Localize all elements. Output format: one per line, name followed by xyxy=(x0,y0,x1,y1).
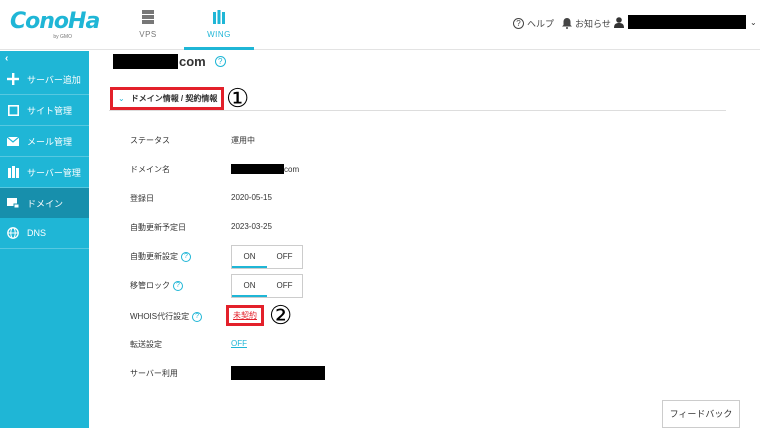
sidebar-divider xyxy=(0,248,89,249)
section-header: ⌄ ドメイン情報 / 契約情報 xyxy=(109,87,726,111)
sidebar-item-mail[interactable]: メール管理 xyxy=(0,126,89,156)
sidebar-item-dns[interactable]: DNS xyxy=(0,218,89,248)
user-name-redacted xyxy=(628,15,746,29)
chevron-down-icon: ⌄ xyxy=(750,17,757,27)
tab-wing-label: WING xyxy=(207,30,231,39)
sidebar-item-label: DNS xyxy=(27,228,47,238)
sidebar-item-label: ドメイン xyxy=(27,198,64,209)
building-icon xyxy=(213,10,225,24)
row-label: 移管ロック ? xyxy=(130,280,183,291)
whois-highlight: 未契約 xyxy=(226,305,264,326)
site-icon xyxy=(7,104,19,116)
tab-wing[interactable]: WING xyxy=(184,0,254,50)
top-header: ConoHa by GMO VPS WING ? ヘルプ お知らせ ⌄ xyxy=(0,0,760,50)
row-label: 自動更新予定日 xyxy=(130,223,186,232)
row-renewal: 自動更新予定日 2023-03-25 xyxy=(129,214,726,243)
tab-vps[interactable]: VPS xyxy=(113,0,183,50)
sidebar: ‹ サーバー追加 サイト管理 メール管理 サーバー管理 ドメイン DNS xyxy=(0,51,89,428)
renewal-date: 2023-03-25 xyxy=(231,222,272,231)
conoha-logo[interactable]: ConoHa by GMO xyxy=(10,9,100,41)
section-title: ドメイン情報 / 契約情報 xyxy=(130,94,218,103)
help-icon[interactable]: ? xyxy=(181,251,191,262)
row-label: ドメイン名 xyxy=(130,165,170,174)
transfer-lock-toggle[interactable]: ON OFF xyxy=(231,274,303,298)
toggle-off-option[interactable]: OFF xyxy=(267,275,302,297)
row-label: 自動更新設定 ? xyxy=(130,251,191,262)
chevron-down-icon: ⌄ xyxy=(118,94,125,103)
sidebar-item-label: メール管理 xyxy=(27,136,73,147)
sidebar-item-server-manage[interactable]: サーバー管理 xyxy=(0,157,89,187)
help-icon[interactable]: ? xyxy=(173,280,183,291)
row-status: ステータス 運用中 xyxy=(129,127,726,156)
whois-status-link[interactable]: 未契約 xyxy=(233,310,257,321)
row-label: 登録日 xyxy=(130,194,154,203)
row-registered: 登録日 2020-05-15 xyxy=(129,185,726,214)
server-redacted xyxy=(231,366,325,380)
section-toggle-domain-info[interactable]: ⌄ ドメイン情報 / 契約情報 xyxy=(110,87,224,110)
bell-icon xyxy=(562,18,572,29)
registered-date: 2020-05-15 xyxy=(231,193,272,202)
plus-icon xyxy=(7,73,19,85)
server-manage-icon xyxy=(7,166,19,178)
row-forwarding: 転送設定 OFF xyxy=(129,331,726,360)
help-label: ヘルプ xyxy=(527,19,555,29)
forwarding-value: OFF xyxy=(231,339,247,348)
domain-icon xyxy=(7,197,19,209)
row-whois: WHOIS代行設定 ? 未契約 xyxy=(129,303,726,332)
notice-label: お知らせ xyxy=(575,19,611,29)
row-auto-renew: 自動更新設定 ? ON OFF xyxy=(129,243,726,272)
toggle-off-option[interactable]: OFF xyxy=(267,246,302,268)
tab-vps-label: VPS xyxy=(139,30,157,39)
toggle-on-option[interactable]: ON xyxy=(232,275,267,297)
domain-name-suffix: com xyxy=(284,164,300,174)
annotation-marker-2: ② xyxy=(269,301,293,331)
transfer-lock-label: 移管ロック xyxy=(130,281,170,290)
domain-name-redacted xyxy=(113,54,178,69)
server-icon xyxy=(142,10,154,24)
domain-redacted xyxy=(231,164,284,174)
toggle-on-option[interactable]: ON xyxy=(232,246,267,268)
row-label: サーバー利用 xyxy=(130,369,178,378)
row-label: 転送設定 xyxy=(130,340,162,349)
whois-label: WHOIS代行設定 xyxy=(130,312,190,321)
annotation-marker-1: ① xyxy=(226,84,250,114)
notice-link[interactable]: お知らせ xyxy=(562,17,611,30)
sidebar-collapse-icon[interactable]: ‹ xyxy=(5,53,8,64)
auto-renew-label: 自動更新設定 xyxy=(130,252,178,261)
globe-icon xyxy=(7,227,19,239)
help-link[interactable]: ? ヘルプ xyxy=(513,17,554,30)
sidebar-item-site[interactable]: サイト管理 xyxy=(0,95,89,125)
status-value: 運用中 xyxy=(231,136,255,145)
page-title: com ? xyxy=(113,54,226,69)
help-icon: ? xyxy=(513,18,524,29)
sidebar-item-label: サーバー追加 xyxy=(27,74,81,85)
server-use-value xyxy=(231,366,325,380)
auto-renew-toggle[interactable]: ON OFF xyxy=(231,245,303,269)
main-content: com ? ⌄ ドメイン情報 / 契約情報 ① ステータス 運用中 ドメイン名 … xyxy=(89,51,760,428)
help-icon[interactable]: ? xyxy=(214,56,226,67)
row-transfer-lock: 移管ロック ? ON OFF xyxy=(129,272,726,301)
row-label: WHOIS代行設定 ? xyxy=(130,311,203,322)
sidebar-item-label: サーバー管理 xyxy=(27,167,81,178)
forwarding-link[interactable]: OFF xyxy=(231,339,247,348)
sidebar-item-add-server[interactable]: サーバー追加 xyxy=(0,64,89,94)
row-domain-name: ドメイン名 com xyxy=(129,156,726,185)
sidebar-item-domain[interactable]: ドメイン xyxy=(0,188,89,218)
sidebar-item-label: サイト管理 xyxy=(27,105,73,116)
row-server-use: サーバー利用 xyxy=(129,360,726,389)
domain-suffix: com xyxy=(179,54,206,69)
row-label: ステータス xyxy=(130,136,170,145)
help-icon[interactable]: ? xyxy=(192,311,203,322)
domain-name-value: com xyxy=(231,164,299,174)
user-menu[interactable]: ⌄ xyxy=(614,15,757,29)
mail-icon xyxy=(7,135,19,147)
feedback-button[interactable]: フィードバック xyxy=(662,400,740,428)
logo-sub: by GMO xyxy=(53,34,72,40)
user-icon xyxy=(614,16,624,28)
logo-text: ConoHa xyxy=(10,9,100,34)
